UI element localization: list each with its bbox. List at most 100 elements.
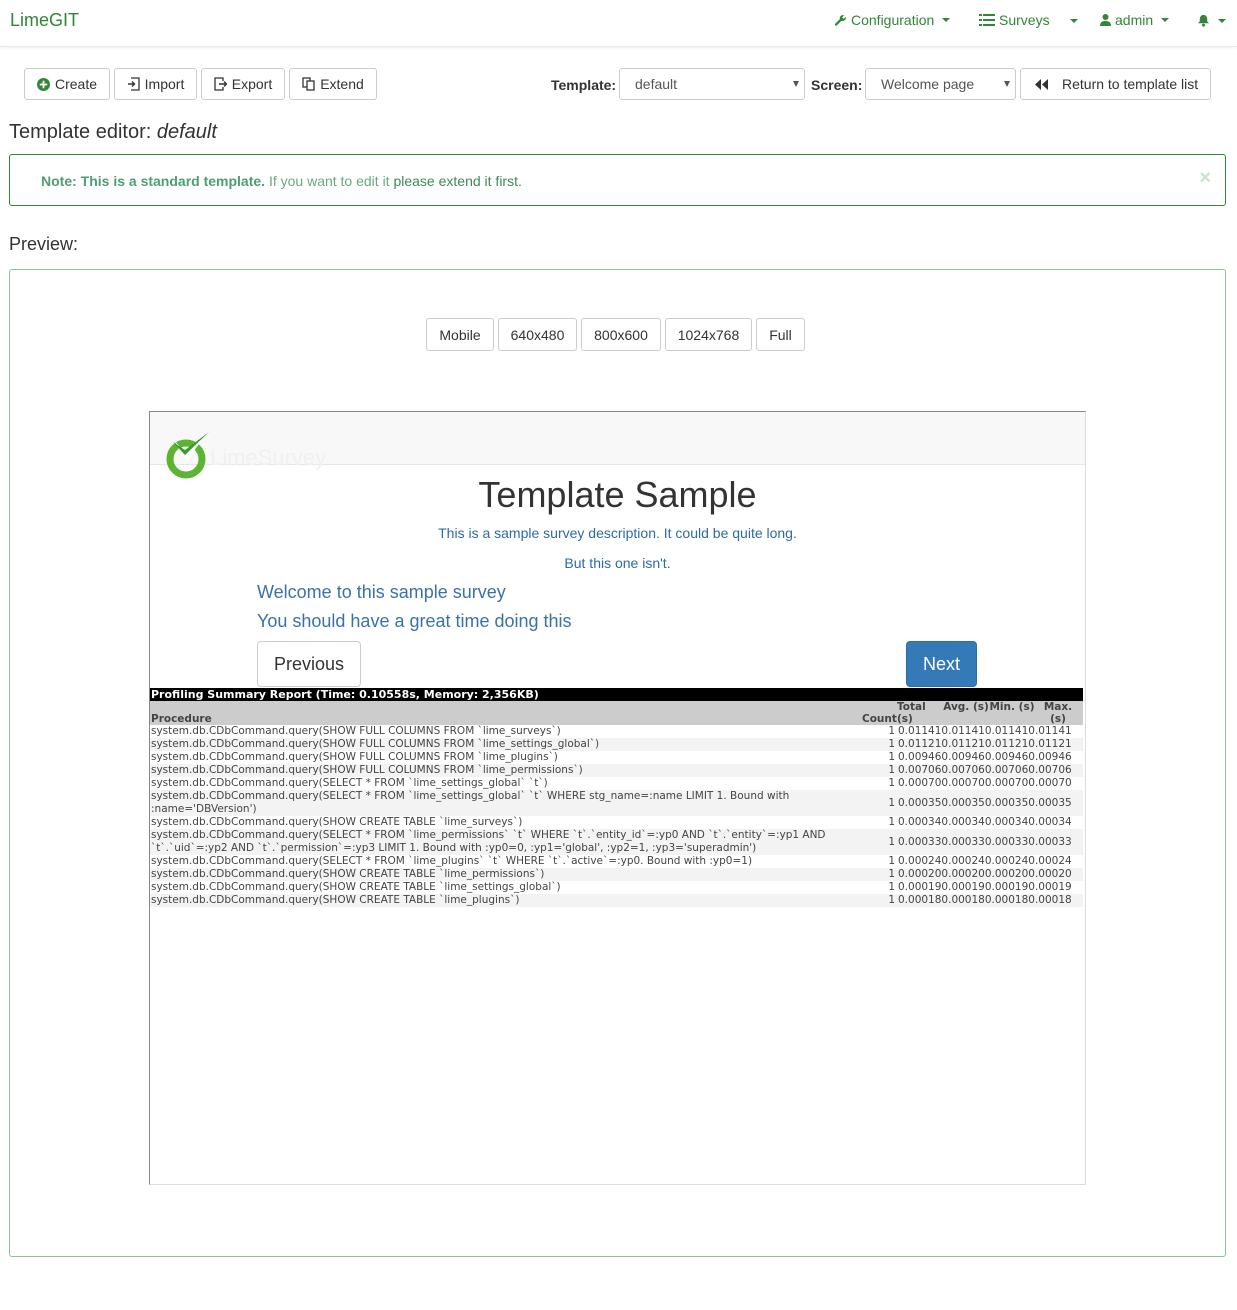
procedure-cell: system.db.CDbCommand.query(SHOW CREATE T… <box>151 816 523 828</box>
times-cell: 0.000340.000340.000340.00034 <box>898 816 1072 828</box>
profiling-report: Profiling Summary Report (Time: 0.10558s… <box>150 688 1083 907</box>
chevron-down-icon <box>942 18 951 22</box>
return-to-template-list-button[interactable]: Return to template list <box>1020 68 1211 100</box>
count-cell: 1 <box>888 855 895 867</box>
procedure-cell: system.db.CDbCommand.query(SHOW FULL COL… <box>150 738 861 751</box>
survey-title: Template Sample <box>478 474 757 515</box>
list-icon <box>979 14 995 26</box>
extend-label: Extend <box>320 76 364 92</box>
table-row: system.db.CDbCommand.query(SHOW CREATE T… <box>150 881 1083 894</box>
table-row: system.db.CDbCommand.query(SHOW CREATE T… <box>150 816 1083 829</box>
profiling-header: Profiling Summary Report (Time: 0.10558s… <box>150 688 1083 701</box>
extend-button[interactable]: Extend <box>289 68 377 100</box>
table-row: system.db.CDbCommand.query(SHOW CREATE T… <box>150 868 1083 881</box>
col-total: Total (s) <box>897 701 926 725</box>
export-icon <box>214 77 227 91</box>
times-cell: 0.000240.000240.000240.00024 <box>898 855 1072 867</box>
template-select-value: default <box>635 76 678 92</box>
count-cell: 1 <box>861 868 897 881</box>
import-label: Import <box>144 76 185 92</box>
close-icon[interactable]: × <box>1199 167 1211 190</box>
alert-text: Note: This is a standard template. If yo… <box>41 173 522 189</box>
surveys-label: Surveys <box>999 12 1050 28</box>
alert-text-part2: please extend it first. <box>389 173 522 189</box>
select-arrow-icon <box>1004 81 1010 87</box>
template-preview-frame: LimeSurvey Template Sample This is a sam… <box>149 411 1086 1185</box>
surveys-dropdown-icon[interactable] <box>1070 19 1078 23</box>
procedure-cell: system.db.CDbCommand.query(SHOW CREATE T… <box>151 881 561 893</box>
survey-description-line1: This is a sample survey description. It … <box>438 525 797 541</box>
times-cell: 0.000350.000350.000350.00035 <box>897 790 1083 816</box>
size-button-1024x768[interactable]: 1024x768 <box>665 318 752 351</box>
user-menu[interactable]: admin <box>1100 12 1170 28</box>
col-min: Min. (s) <box>989 701 1035 713</box>
count-cell: 1 <box>861 829 897 855</box>
chevron-down-icon <box>1218 18 1226 23</box>
times-cell: 0.000200.000200.000200.00020 <box>897 868 1083 881</box>
col-times: Total (s) Avg. (s) Min. (s) Max. (s) <box>897 701 1083 725</box>
col-max: Max. (s) <box>1043 701 1073 725</box>
plus-circle-icon <box>36 77 50 91</box>
table-row: system.db.CDbCommand.query(SHOW FULL COL… <box>150 738 1083 751</box>
copy-icon <box>302 77 315 91</box>
create-button[interactable]: Create <box>24 68 110 100</box>
alert-strong: Note: This is a standard template. <box>41 173 266 189</box>
screen-select-value: Welcome page <box>881 76 975 92</box>
preview-label: Preview: <box>9 234 79 254</box>
size-button-800x600[interactable]: 800x600 <box>581 318 661 351</box>
count-cell: 1 <box>861 790 897 816</box>
size-button-mobile[interactable]: Mobile <box>426 318 494 351</box>
configuration-label: Configuration <box>851 12 935 28</box>
procedure-cell: system.db.CDbCommand.query(SHOW FULL COL… <box>151 751 558 763</box>
count-cell: 1 <box>861 738 897 751</box>
configuration-menu[interactable]: Configuration <box>834 12 951 28</box>
user-icon <box>1100 14 1111 26</box>
screen-label: Screen: <box>811 77 863 93</box>
size-button-full[interactable]: Full <box>756 318 805 351</box>
procedure-cell: system.db.CDbCommand.query(SELECT * FROM… <box>151 855 753 867</box>
profiling-header-row: Procedure Count Total (s) Avg. (s) Min. … <box>150 701 1083 725</box>
return-label: Return to template list <box>1062 76 1199 92</box>
title-prefix: Template editor: <box>9 121 152 143</box>
table-row: system.db.CDbCommand.query(SHOW FULL COL… <box>150 764 1083 777</box>
procedure-cell: system.db.CDbCommand.query(SELECT * FROM… <box>151 777 548 789</box>
export-button[interactable]: Export <box>201 68 285 100</box>
procedure-cell: system.db.CDbCommand.query(SHOW FULL COL… <box>151 725 561 737</box>
table-row: system.db.CDbCommand.query(SELECT * FROM… <box>150 855 1083 868</box>
profiling-table: Procedure Count Total (s) Avg. (s) Min. … <box>150 701 1083 907</box>
previous-button[interactable]: Previous <box>257 641 361 687</box>
count-cell: 1 <box>888 881 895 893</box>
page-title: Template editor: default <box>9 121 217 144</box>
times-cell: 0.011410.011410.011410.01141 <box>898 725 1072 737</box>
procedure-cell: system.db.CDbCommand.query(SELECT * FROM… <box>150 829 861 855</box>
title-template-name: default <box>156 121 217 143</box>
times-cell: 0.009460.009460.009460.00946 <box>898 751 1072 763</box>
size-button-640x480[interactable]: 640x480 <box>498 318 577 351</box>
times-cell: 0.000700.000700.000700.00070 <box>898 777 1072 789</box>
chevron-down-icon <box>1161 18 1170 22</box>
count-cell: 1 <box>888 751 895 763</box>
surveys-menu[interactable]: Surveys <box>979 12 1050 28</box>
export-label: Export <box>231 76 273 92</box>
screen-select[interactable]: Welcome page <box>865 68 1016 100</box>
import-button[interactable]: Import <box>114 68 197 100</box>
times-cell: 0.000180.000180.000180.00018 <box>897 894 1083 907</box>
welcome-text-line2: You should have a great time doing this <box>257 611 572 631</box>
wrench-icon <box>834 14 846 26</box>
times-cell: 0.007060.007060.007060.00706 <box>897 764 1083 777</box>
limesurvey-logo-icon <box>166 430 209 479</box>
procedure-cell: system.db.CDbCommand.query(SHOW FULL COL… <box>150 764 861 777</box>
procedure-cell: system.db.CDbCommand.query(SHOW CREATE T… <box>150 894 861 907</box>
brand-logo[interactable]: LimeGIT <box>10 10 79 31</box>
table-row: system.db.CDbCommand.query(SHOW CREATE T… <box>150 894 1083 907</box>
table-row: system.db.CDbCommand.query(SHOW FULL COL… <box>150 751 1083 764</box>
table-row: system.db.CDbCommand.query(SELECT * FROM… <box>150 777 1083 790</box>
top-navbar: LimeGIT Configuration Surveys admin <box>0 0 1237 47</box>
procedure-cell: system.db.CDbCommand.query(SELECT * FROM… <box>150 790 861 816</box>
template-select[interactable]: default <box>619 68 805 100</box>
notifications-menu[interactable] <box>1197 14 1226 27</box>
next-button[interactable]: Next <box>906 641 977 687</box>
times-cell: 0.000330.000330.000330.00033 <box>897 829 1083 855</box>
survey-description-line2: But this one isn't. <box>564 555 671 571</box>
times-cell: 0.000190.000190.000190.00019 <box>898 881 1072 893</box>
